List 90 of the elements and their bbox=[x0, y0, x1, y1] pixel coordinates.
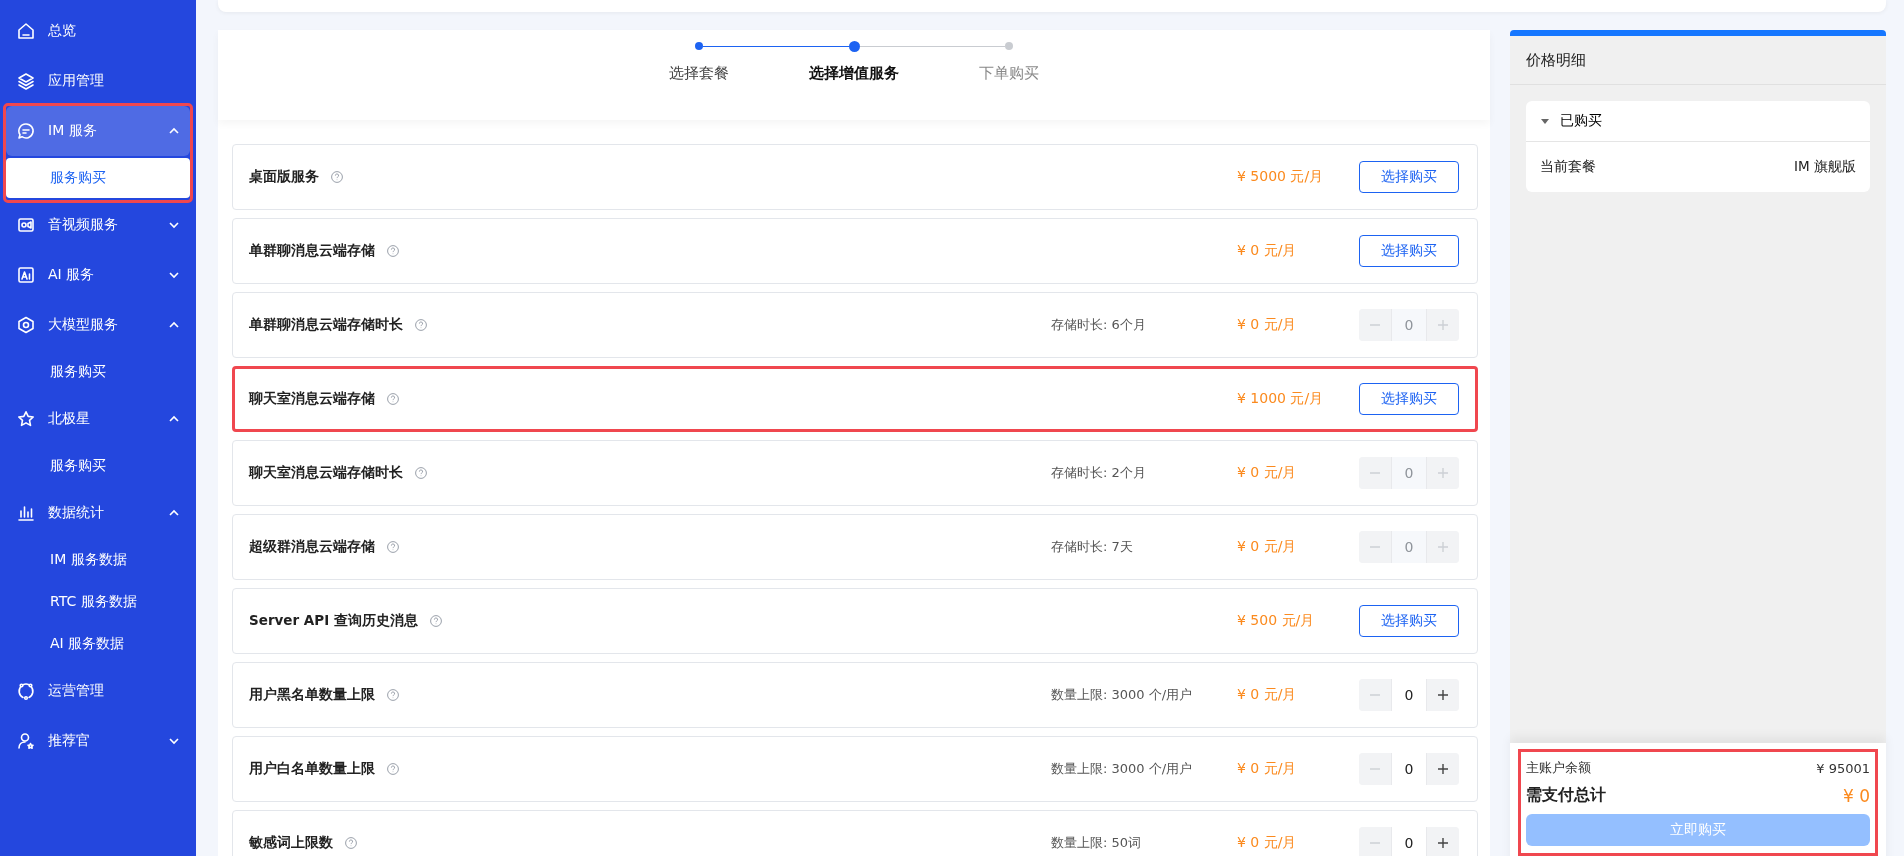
service-name: 用户白名单数量上限 bbox=[249, 760, 375, 778]
service-name: 桌面版服务 bbox=[249, 168, 319, 186]
star-icon bbox=[16, 409, 36, 429]
layers-icon bbox=[16, 71, 36, 91]
cube-icon bbox=[16, 315, 36, 335]
service-detail: 存储时长: 7天 bbox=[1051, 539, 1133, 554]
video-icon bbox=[16, 215, 36, 235]
service-price: ¥ 0 元/月 bbox=[1237, 686, 1298, 704]
help-icon[interactable] bbox=[429, 615, 442, 627]
sidebar-item[interactable]: 应用管理 bbox=[6, 56, 190, 106]
row-label: 当前套餐 bbox=[1540, 158, 1596, 176]
quantity-stepper[interactable]: 0 bbox=[1359, 827, 1459, 856]
service-detail: 存储时长: 6个月 bbox=[1051, 317, 1146, 332]
balance-value: ¥ 95001 bbox=[1816, 760, 1870, 776]
service-name: 聊天室消息云端存储 bbox=[249, 390, 375, 408]
service-price: ¥ 0 元/月 bbox=[1237, 834, 1298, 852]
sidebar-item[interactable]: 北极星 bbox=[6, 394, 190, 444]
quantity-value: 0 bbox=[1391, 753, 1427, 785]
help-icon[interactable] bbox=[387, 245, 399, 257]
sidebar-subitem[interactable]: RTC 服务数据 bbox=[6, 582, 190, 622]
panel-title: 价格明细 bbox=[1510, 36, 1886, 85]
sidebar-item[interactable]: IM 服务 bbox=[6, 106, 190, 156]
step-label[interactable]: 选择套餐 bbox=[669, 64, 729, 83]
sidebar-subitem[interactable]: 服务购买 bbox=[6, 352, 190, 392]
quantity-value: 0 bbox=[1391, 827, 1427, 856]
sidebar-item[interactable]: 大模型服务 bbox=[6, 300, 190, 350]
service-name: Server API 查询历史消息 bbox=[249, 612, 418, 630]
select-purchase-button[interactable]: 选择购买 bbox=[1359, 605, 1459, 637]
select-purchase-button[interactable]: 选择购买 bbox=[1359, 235, 1459, 267]
chat-icon bbox=[16, 121, 36, 141]
sidebar-item[interactable]: 运营管理 bbox=[6, 666, 190, 716]
service-name: 超级群消息云端存储 bbox=[249, 538, 375, 556]
row-value: IM 旗舰版 bbox=[1794, 158, 1856, 176]
home-icon bbox=[16, 21, 36, 41]
plus-icon bbox=[1436, 466, 1450, 480]
quantity-stepper[interactable]: 0 bbox=[1359, 753, 1459, 785]
service-name: 用户黑名单数量上限 bbox=[249, 686, 375, 704]
service-name: 单群聊消息云端存储时长 bbox=[249, 316, 403, 334]
service-detail: 存储时长: 2个月 bbox=[1051, 465, 1146, 480]
service-detail: 数量上限: 3000 个/用户 bbox=[1051, 687, 1193, 702]
plus-icon bbox=[1436, 540, 1450, 554]
sidebar-item[interactable]: AI 服务 bbox=[6, 250, 190, 300]
step-label[interactable]: 下单购买 bbox=[979, 64, 1039, 83]
service-name: 聊天室消息云端存储时长 bbox=[249, 464, 403, 482]
help-icon[interactable] bbox=[331, 171, 343, 183]
section-title: 已购买 bbox=[1560, 112, 1602, 130]
quantity-value: 0 bbox=[1391, 531, 1427, 563]
service-price: ¥ 1000 元/月 bbox=[1237, 390, 1325, 408]
sidebar-subitem[interactable]: AI 服务数据 bbox=[6, 624, 190, 664]
select-purchase-button[interactable]: 选择购买 bbox=[1359, 383, 1459, 415]
help-icon[interactable] bbox=[387, 763, 399, 775]
user-icon bbox=[16, 731, 36, 751]
service-detail: 数量上限: 50词 bbox=[1051, 835, 1142, 850]
service-detail: 数量上限: 3000 个/用户 bbox=[1051, 761, 1193, 776]
total-value: ¥ 0 bbox=[1842, 785, 1870, 806]
help-icon[interactable] bbox=[387, 689, 399, 701]
service-price: ¥ 0 元/月 bbox=[1237, 316, 1298, 334]
sidebar-item[interactable]: 推荐官 bbox=[6, 716, 190, 766]
service-price: ¥ 0 元/月 bbox=[1237, 464, 1298, 482]
ai-icon bbox=[16, 265, 36, 285]
sidebar-subitem[interactable]: 服务购买 bbox=[6, 446, 190, 486]
service-name: 敏感词上限数 bbox=[249, 834, 333, 852]
service-price: ¥ 0 元/月 bbox=[1237, 538, 1298, 556]
service-price: ¥ 0 元/月 bbox=[1237, 242, 1298, 260]
plus-icon bbox=[1436, 318, 1450, 332]
chart-icon bbox=[16, 503, 36, 523]
sidebar-subitem[interactable]: IM 服务数据 bbox=[6, 540, 190, 580]
sidebar-subitem[interactable]: 服务购买 bbox=[6, 158, 190, 198]
service-price: ¥ 500 元/月 bbox=[1237, 612, 1316, 630]
quantity-value: 0 bbox=[1391, 679, 1427, 711]
plus-icon bbox=[1436, 688, 1450, 702]
step-label[interactable]: 选择增值服务 bbox=[809, 64, 899, 83]
plus-icon bbox=[1436, 762, 1450, 776]
service-price: ¥ 0 元/月 bbox=[1237, 760, 1298, 778]
sidebar-item[interactable]: 总览 bbox=[6, 6, 190, 56]
balance-label: 主账户余额 bbox=[1526, 759, 1591, 777]
service-price: ¥ 5000 元/月 bbox=[1237, 168, 1325, 186]
help-icon[interactable] bbox=[345, 837, 357, 849]
select-purchase-button[interactable]: 选择购买 bbox=[1359, 161, 1459, 193]
quantity-value: 0 bbox=[1391, 457, 1427, 489]
sidebar-item[interactable]: 数据统计 bbox=[6, 488, 190, 538]
total-label: 需支付总计 bbox=[1526, 785, 1606, 806]
ring-icon bbox=[16, 681, 36, 701]
sidebar-item[interactable]: 音视频服务 bbox=[6, 200, 190, 250]
section-header[interactable]: 已购买 bbox=[1526, 101, 1870, 142]
service-name: 单群聊消息云端存储 bbox=[249, 242, 375, 260]
quantity-value: 0 bbox=[1391, 309, 1427, 341]
plus-icon bbox=[1436, 836, 1450, 850]
quantity-stepper[interactable]: 0 bbox=[1359, 679, 1459, 711]
help-icon[interactable] bbox=[387, 393, 399, 405]
